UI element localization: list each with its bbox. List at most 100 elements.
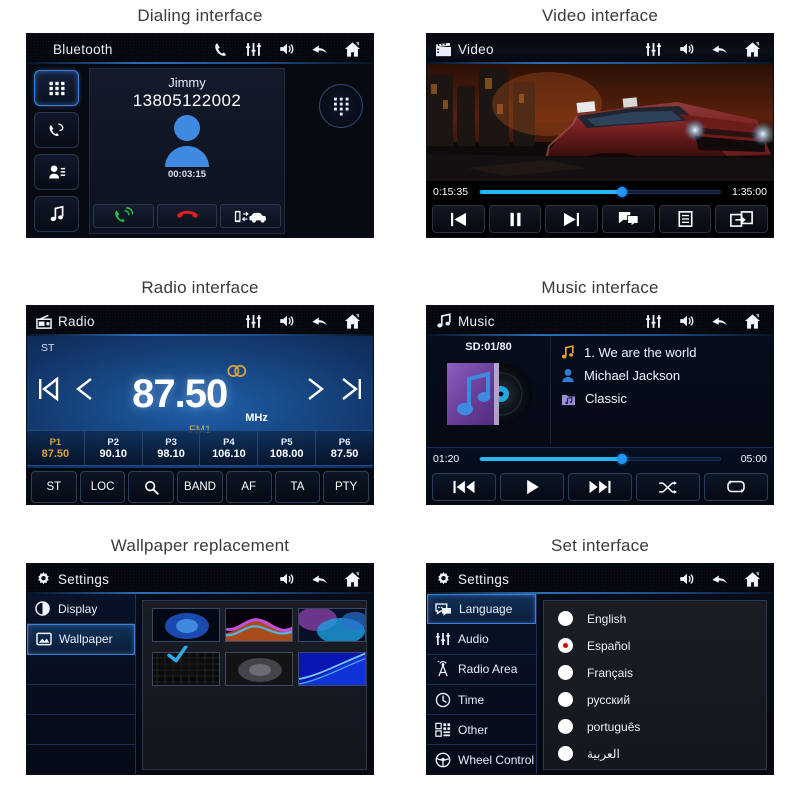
equalizer-icon[interactable] — [644, 40, 663, 59]
volume-icon[interactable] — [277, 40, 296, 59]
volume-icon[interactable] — [677, 40, 696, 59]
home-icon[interactable] — [343, 570, 362, 589]
previous-button[interactable] — [432, 205, 485, 233]
menu-item-display[interactable]: Display — [27, 594, 135, 625]
subtitles-button[interactable] — [602, 205, 655, 233]
next-track-button[interactable] — [568, 473, 632, 501]
volume-icon[interactable] — [277, 312, 296, 331]
wallpaper-thumb[interactable] — [225, 652, 293, 686]
preset-button[interactable]: P2 90.10 — [85, 431, 143, 465]
album-line: Classic — [561, 391, 773, 406]
language-option[interactable]: Français — [558, 659, 766, 686]
panel-music: Music interface Music SD:01/80 1. We are… — [400, 272, 800, 530]
rail-call-history-button[interactable] — [34, 112, 79, 148]
video-seek-bar[interactable] — [479, 187, 721, 197]
af-button[interactable]: AF — [225, 471, 272, 503]
rail-music-button[interactable] — [34, 196, 79, 232]
next-track-icon — [588, 480, 612, 494]
home-icon[interactable] — [343, 40, 362, 59]
home-icon[interactable] — [343, 312, 362, 331]
repeat-button[interactable] — [704, 473, 768, 501]
equalizer-icon[interactable] — [644, 312, 663, 331]
back-icon[interactable] — [310, 570, 329, 589]
menu-item-audio[interactable]: Audio — [427, 624, 536, 655]
music-seek-bar[interactable] — [479, 454, 721, 464]
transfer-audio-button[interactable] — [220, 204, 282, 228]
album-art — [445, 359, 533, 429]
phone-number: 13805122002 — [132, 91, 242, 110]
home-icon[interactable] — [743, 570, 762, 589]
contact-name: Jimmy — [168, 75, 206, 90]
language-option[interactable]: English — [558, 605, 766, 632]
end-call-button[interactable] — [156, 204, 218, 228]
preset-name: P2 — [107, 436, 120, 448]
language-option[interactable]: العربية — [558, 740, 766, 767]
preset-name: P4 — [223, 436, 235, 448]
wallpaper-thumb[interactable] — [298, 608, 366, 642]
preset-button[interactable]: P1 87.50 — [27, 431, 85, 465]
back-icon[interactable] — [710, 312, 729, 331]
next-button[interactable] — [545, 205, 599, 233]
volume-icon[interactable] — [677, 312, 696, 331]
back-icon[interactable] — [710, 40, 729, 59]
preset-button[interactable]: P6 87.50 — [316, 431, 373, 465]
steering-wheel-icon — [434, 752, 451, 769]
panel-radio: Radio interface Radio ST 87.50 MHz P1 87… — [0, 272, 400, 530]
rail-keypad-button[interactable] — [34, 70, 79, 106]
home-icon[interactable] — [743, 312, 762, 331]
open-keypad-button[interactable] — [319, 84, 363, 128]
preset-button[interactable]: P5 108.00 — [258, 431, 317, 465]
wallpaper-thumb[interactable] — [152, 608, 220, 642]
menu-item-time[interactable]: Time — [427, 685, 536, 716]
menu-item-wallpaper[interactable]: Wallpaper — [27, 624, 135, 655]
ta-button[interactable]: TA — [274, 471, 321, 503]
menu-item-empty[interactable] — [27, 655, 135, 685]
wallpaper-thumb[interactable] — [298, 652, 366, 686]
volume-icon[interactable] — [677, 570, 696, 589]
language-option[interactable]: русский — [558, 686, 766, 713]
menu-item-radio-area[interactable]: Radio Area — [427, 655, 536, 685]
wallpaper-menu: Display Wallpaper — [27, 594, 136, 774]
search-button[interactable] — [128, 471, 175, 503]
phone-icon[interactable] — [211, 40, 230, 59]
equalizer-icon[interactable] — [244, 312, 263, 331]
wallpaper-thumb[interactable] — [225, 608, 293, 642]
back-icon[interactable] — [710, 570, 729, 589]
menu-item-wheel-control[interactable]: Wheel Control — [427, 745, 536, 774]
pty-button[interactable]: PTY — [323, 471, 370, 503]
home-icon[interactable] — [743, 40, 762, 59]
music-button-row — [427, 470, 773, 504]
pause-button[interactable] — [488, 205, 542, 233]
band-button[interactable]: BAND — [177, 471, 223, 503]
menu-item-language[interactable]: Language — [427, 594, 536, 625]
previous-track-button[interactable] — [432, 473, 496, 501]
rail-contacts-button[interactable] — [34, 154, 79, 190]
menu-item-empty[interactable] — [27, 745, 135, 774]
language-option[interactable]: Español — [558, 632, 766, 659]
playlist-button[interactable] — [658, 205, 712, 233]
shuffle-button[interactable] — [636, 473, 700, 501]
dialing-body: Jimmy 13805122002 00:03:15 — [27, 64, 373, 237]
screen-share-button[interactable] — [715, 205, 769, 233]
back-icon[interactable] — [310, 40, 329, 59]
dialing-rail — [27, 64, 85, 237]
st-button[interactable]: ST — [31, 471, 77, 503]
avatar — [90, 113, 284, 167]
preset-button[interactable]: P3 98.10 — [143, 431, 201, 465]
menu-item-empty[interactable] — [27, 685, 135, 716]
play-button[interactable] — [500, 473, 564, 501]
language-label: português — [587, 719, 641, 734]
equalizer-icon[interactable] — [244, 40, 263, 59]
video-body: 0:15:35 1:35:00 — [427, 64, 773, 237]
menu-item-other[interactable]: Other — [427, 715, 536, 746]
loc-button[interactable]: LOC — [79, 471, 126, 503]
video-frame[interactable] — [427, 64, 773, 181]
settings-menu: Language Audio Radio Area Time Other Whe… — [427, 594, 537, 774]
answer-call-button[interactable] — [93, 204, 154, 228]
volume-icon[interactable] — [277, 570, 296, 589]
preset-button[interactable]: P4 106.10 — [200, 431, 259, 465]
back-icon[interactable] — [310, 312, 329, 331]
screen-wallpaper: Settings Display Wallpaper — [26, 563, 374, 775]
menu-item-empty[interactable] — [27, 715, 135, 746]
language-option[interactable]: português — [558, 713, 766, 740]
